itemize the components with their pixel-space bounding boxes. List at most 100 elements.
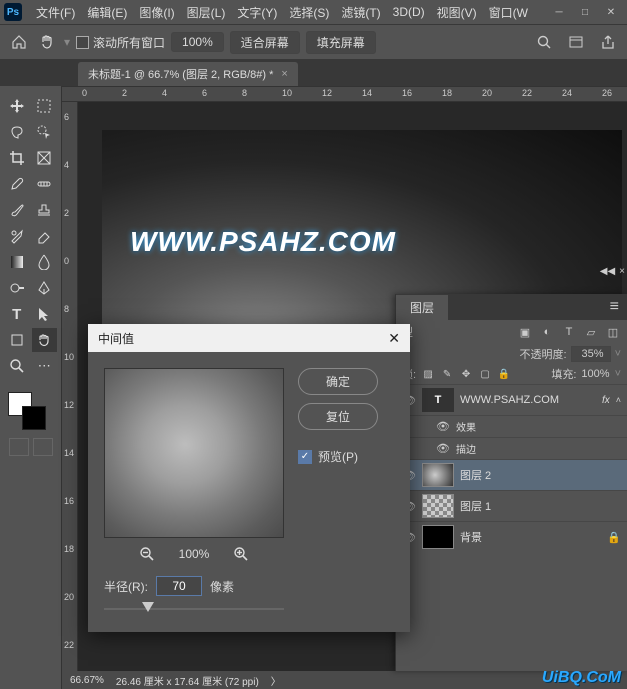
scroll-all-checkbox[interactable]: 滚动所有窗口	[76, 34, 165, 51]
hand-tool-icon[interactable]	[36, 31, 58, 53]
share-icon[interactable]	[597, 31, 619, 53]
menu-type[interactable]: 文字(Y)	[231, 4, 283, 21]
menu-file[interactable]: 文件(F)	[30, 4, 81, 21]
screen-mode-button[interactable]	[33, 438, 53, 456]
filter-image-icon[interactable]: ▣	[517, 324, 533, 340]
search-icon[interactable]	[533, 31, 555, 53]
shape-tool[interactable]	[4, 328, 30, 352]
crop-tool[interactable]	[4, 146, 30, 170]
fx-label: 效果	[456, 419, 476, 434]
layer-fx-stroke[interactable]: 👁 描边	[396, 437, 627, 459]
marquee-tool[interactable]	[32, 94, 58, 118]
document-tab[interactable]: 未标题-1 @ 66.7% (图层 2, RGB/8#) * ×	[78, 62, 298, 86]
brush-tool[interactable]	[4, 198, 30, 222]
radius-slider[interactable]	[104, 602, 284, 616]
layers-tab[interactable]: 图层	[396, 295, 448, 320]
dialog-preview-image[interactable]	[104, 368, 284, 538]
lock-artboard-icon[interactable]: ▢	[478, 367, 492, 381]
lock-pixels-icon[interactable]: ▨	[421, 367, 435, 381]
menu-view[interactable]: 视图(V)	[431, 4, 483, 21]
dialog-close-button[interactable]: ✕	[388, 330, 400, 347]
hand-tool[interactable]	[32, 328, 58, 352]
eraser-tool[interactable]	[32, 224, 58, 248]
layer-thumb	[422, 463, 454, 487]
layer-row-2[interactable]: 👁 图层 2	[396, 459, 627, 490]
reset-button[interactable]: 复位	[298, 403, 378, 430]
panel-collapse-icon[interactable]: ◀◀	[600, 266, 615, 277]
preview-checkbox[interactable]: ✓ 预览(P)	[298, 448, 378, 465]
dialog-zoom-value: 100%	[179, 547, 210, 561]
radius-label: 半径(R):	[104, 578, 148, 595]
zoom-out-icon[interactable]	[139, 546, 155, 562]
color-swatches[interactable]	[0, 388, 61, 434]
gradient-tool[interactable]	[4, 250, 30, 274]
panel-close-icon[interactable]: ×	[619, 266, 625, 277]
layer-fx-head[interactable]: 👁 效果	[396, 415, 627, 437]
window-close-button[interactable]: ✕	[599, 4, 623, 20]
layer-row-text[interactable]: 👁 T WWW.PSAHZ.COM fx˄	[396, 384, 627, 415]
history-brush-tool[interactable]	[4, 224, 30, 248]
menu-3d[interactable]: 3D(D)	[387, 5, 431, 19]
background-color[interactable]	[22, 406, 46, 430]
layer-name: 图层 1	[460, 498, 491, 514]
blur-tool[interactable]	[32, 250, 58, 274]
home-icon[interactable]	[8, 31, 30, 53]
move-tool[interactable]	[4, 94, 30, 118]
canvas-text-layer: WWW.PSAHZ.COM	[130, 226, 396, 258]
type-layer-thumb: T	[422, 388, 454, 412]
layer-row-1[interactable]: 👁 图层 1	[396, 490, 627, 521]
fx-badge[interactable]: fx	[602, 395, 610, 406]
lasso-tool[interactable]	[4, 120, 30, 144]
fit-screen-button[interactable]: 适合屏幕	[230, 31, 300, 54]
filter-type-icon[interactable]: T	[561, 324, 577, 340]
dodge-tool[interactable]	[4, 276, 30, 300]
dialog-titlebar[interactable]: 中间值 ✕	[88, 324, 410, 352]
status-chevron-icon[interactable]: 〉	[271, 673, 281, 688]
document-tab-label: 未标题-1 @ 66.7% (图层 2, RGB/8#) *	[88, 66, 273, 82]
fill-value[interactable]: 100%	[581, 368, 609, 380]
visibility-icon[interactable]: 👁	[436, 420, 450, 433]
frame-tool[interactable]	[32, 146, 58, 170]
filter-smart-icon[interactable]: ◫	[605, 324, 621, 340]
zoom-level-field[interactable]: 100%	[171, 32, 224, 52]
radius-unit: 像素	[210, 578, 234, 595]
type-tool[interactable]: T	[4, 302, 30, 326]
layers-panel: ◀◀× 图层 ≡ 型 ▣ ◐ T ▱ ◫ 不透明度: 35%˅ 锁: ▨ ✎ ✥…	[395, 294, 627, 671]
radius-input[interactable]	[156, 576, 202, 596]
filter-shape-icon[interactable]: ▱	[583, 324, 599, 340]
edit-toolbar[interactable]: ⋯	[32, 354, 58, 378]
zoom-tool[interactable]	[4, 354, 30, 378]
quick-select-tool[interactable]	[32, 120, 58, 144]
close-tab-icon[interactable]: ×	[281, 68, 287, 80]
checkbox-checked-icon: ✓	[298, 450, 312, 464]
opacity-value[interactable]: 35%	[571, 346, 611, 362]
panel-menu-icon[interactable]: ≡	[610, 298, 619, 316]
menu-layer[interactable]: 图层(L)	[181, 4, 232, 21]
lock-position-icon[interactable]: ✥	[459, 367, 473, 381]
dialog-title: 中间值	[98, 330, 134, 347]
fill-screen-button[interactable]: 填充屏幕	[306, 31, 376, 54]
menu-edit[interactable]: 编辑(E)	[81, 4, 133, 21]
window-minimize-button[interactable]: ─	[547, 4, 571, 20]
opacity-label: 不透明度:	[520, 346, 567, 362]
status-zoom[interactable]: 66.67%	[70, 675, 104, 686]
lock-all-icon[interactable]: 🔒	[497, 367, 511, 381]
zoom-in-icon[interactable]	[233, 546, 249, 562]
menu-select[interactable]: 选择(S)	[283, 4, 335, 21]
pen-tool[interactable]	[32, 276, 58, 300]
filter-adjust-icon[interactable]: ◐	[539, 324, 555, 340]
panel-icon[interactable]	[565, 31, 587, 53]
window-maximize-button[interactable]: □	[573, 4, 597, 20]
layer-row-bg[interactable]: 👁 背景 🔒	[396, 521, 627, 552]
stamp-tool[interactable]	[32, 198, 58, 222]
menu-filter[interactable]: 滤镜(T)	[335, 4, 386, 21]
ok-button[interactable]: 确定	[298, 368, 378, 395]
quick-mask-button[interactable]	[9, 438, 29, 456]
eyedropper-tool[interactable]	[4, 172, 30, 196]
visibility-icon[interactable]: 👁	[436, 442, 450, 455]
menu-window[interactable]: 窗口(W	[483, 4, 534, 21]
lock-paint-icon[interactable]: ✎	[440, 367, 454, 381]
heal-tool[interactable]	[32, 172, 58, 196]
menu-image[interactable]: 图像(I)	[133, 4, 180, 21]
path-select-tool[interactable]	[32, 302, 58, 326]
